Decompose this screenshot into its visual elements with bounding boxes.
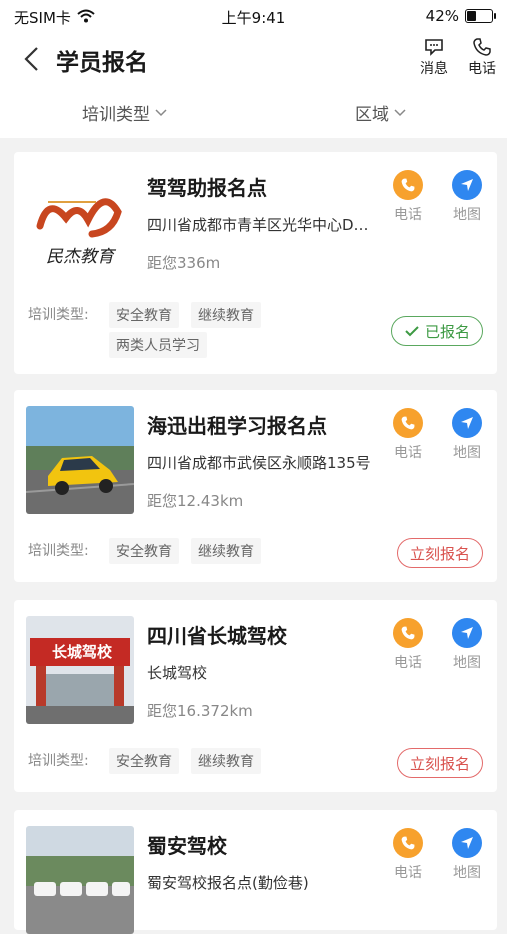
navigation-arrow-icon bbox=[461, 179, 473, 191]
school-name: 四川省长城驾校 bbox=[147, 624, 287, 648]
map-label: 地图 bbox=[453, 655, 481, 671]
messages-label: 消息 bbox=[420, 61, 448, 77]
call-button[interactable]: 电话 bbox=[388, 618, 428, 672]
call-label: 电话 bbox=[394, 445, 422, 461]
phone-label: 电话 bbox=[468, 61, 496, 77]
training-tag: 继续教育 bbox=[191, 538, 261, 564]
school-card[interactable]: 海迅出租学习报名点 四川省成都市武侯区永顺路135号 距您12.43km 电话 … bbox=[14, 390, 497, 582]
chevron-down-icon bbox=[155, 108, 167, 116]
sign-up-label: 立刻报名 bbox=[409, 754, 470, 773]
registered-status-button[interactable]: 已报名 bbox=[390, 316, 483, 346]
navigation-arrow-icon bbox=[461, 417, 473, 429]
school-address: 四川省成都市青羊区光华中心D… bbox=[147, 216, 369, 234]
call-button[interactable]: 电话 bbox=[388, 408, 428, 462]
navigation-arrow-icon bbox=[461, 627, 473, 639]
map-label: 地图 bbox=[453, 445, 481, 461]
gate-sign-lettering: 长城驾校 bbox=[52, 643, 113, 661]
region-filter-label: 区域 bbox=[355, 105, 389, 125]
call-button[interactable]: 电话 bbox=[388, 828, 428, 882]
training-tag: 安全教育 bbox=[109, 302, 179, 328]
phone-icon bbox=[401, 836, 415, 850]
school-name: 蜀安驾校 bbox=[147, 834, 227, 858]
registered-label: 已报名 bbox=[424, 322, 470, 341]
map-button[interactable]: 地图 bbox=[447, 408, 487, 462]
phone-icon bbox=[401, 626, 415, 640]
messages-button[interactable]: 消息 bbox=[414, 36, 454, 78]
school-distance: 距您336m bbox=[147, 254, 221, 272]
training-type-label: 培训类型: bbox=[28, 543, 89, 559]
header-phone-button[interactable]: 电话 bbox=[462, 36, 502, 78]
map-label: 地图 bbox=[453, 865, 481, 881]
map-button[interactable]: 地图 bbox=[447, 618, 487, 672]
navigation-arrow-icon bbox=[461, 837, 473, 849]
battery-icon bbox=[465, 9, 496, 23]
sign-up-label: 立刻报名 bbox=[409, 544, 470, 563]
sign-up-button[interactable]: 立刻报名 bbox=[396, 748, 483, 778]
call-label: 电话 bbox=[394, 655, 422, 671]
navigation-bar: 学员报名 消息 电话 bbox=[0, 32, 507, 88]
training-tag: 继续教育 bbox=[191, 302, 261, 328]
training-tag: 安全教育 bbox=[109, 748, 179, 774]
map-label: 地图 bbox=[453, 207, 481, 223]
clock-text: 上午9:41 bbox=[221, 9, 286, 27]
phone-icon bbox=[401, 178, 415, 192]
school-logo-image: 民杰教育 bbox=[26, 168, 134, 276]
school-card[interactable]: 蜀安驾校 蜀安驾校报名点(勤俭巷) 电话 地图 bbox=[14, 810, 497, 934]
school-name: 海迅出租学习报名点 bbox=[147, 414, 327, 438]
training-tag: 继续教育 bbox=[191, 748, 261, 774]
school-photo-taxi bbox=[26, 406, 134, 514]
school-distance: 距您12.43km bbox=[147, 492, 244, 510]
training-type-filter-label: 培训类型 bbox=[82, 105, 150, 125]
school-address: 蜀安驾校报名点(勤俭巷) bbox=[147, 874, 309, 892]
school-photo-cars bbox=[26, 826, 134, 934]
logo-lettering: 民杰教育 bbox=[46, 247, 117, 267]
region-filter[interactable]: 区域 bbox=[355, 100, 407, 125]
call-button[interactable]: 电话 bbox=[388, 170, 428, 224]
chevron-left-icon bbox=[24, 47, 38, 71]
training-tag: 两类人员学习 bbox=[109, 332, 207, 358]
call-label: 电话 bbox=[394, 865, 422, 881]
battery-percent: 42% bbox=[425, 7, 459, 25]
school-address: 四川省成都市武侯区永顺路135号 bbox=[147, 454, 371, 472]
filter-bar: 培训类型 区域 bbox=[0, 88, 507, 138]
training-type-filter[interactable]: 培训类型 bbox=[82, 100, 168, 125]
chevron-down-icon bbox=[394, 108, 406, 116]
school-address: 长城驾校 bbox=[147, 664, 208, 682]
school-name: 驾驾助报名点 bbox=[147, 176, 267, 200]
map-button[interactable]: 地图 bbox=[447, 828, 487, 882]
back-button[interactable] bbox=[18, 44, 48, 74]
training-type-label: 培训类型: bbox=[28, 753, 89, 769]
school-distance: 距您16.372km bbox=[147, 702, 253, 720]
training-type-label: 培训类型: bbox=[28, 307, 89, 323]
phone-icon bbox=[401, 416, 415, 430]
school-card[interactable]: 民杰教育 驾驾助报名点 四川省成都市青羊区光华中心D… 距您336m 电话 地图… bbox=[14, 152, 497, 374]
status-bar: 无SIM卡 上午9:41 42% bbox=[0, 0, 507, 32]
training-tag: 安全教育 bbox=[109, 538, 179, 564]
school-card[interactable]: 长城驾校 四川省长城驾校 长城驾校 距您16.372km 电话 地图 培训类型:… bbox=[14, 600, 497, 792]
school-photo-gate: 长城驾校 bbox=[26, 616, 134, 724]
page-title: 学员报名 bbox=[56, 50, 148, 76]
call-label: 电话 bbox=[394, 207, 422, 223]
map-button[interactable]: 地图 bbox=[447, 170, 487, 224]
checkmark-icon bbox=[405, 326, 419, 337]
message-icon bbox=[425, 39, 443, 56]
sign-up-button[interactable]: 立刻报名 bbox=[396, 538, 483, 568]
phone-icon bbox=[473, 38, 491, 56]
